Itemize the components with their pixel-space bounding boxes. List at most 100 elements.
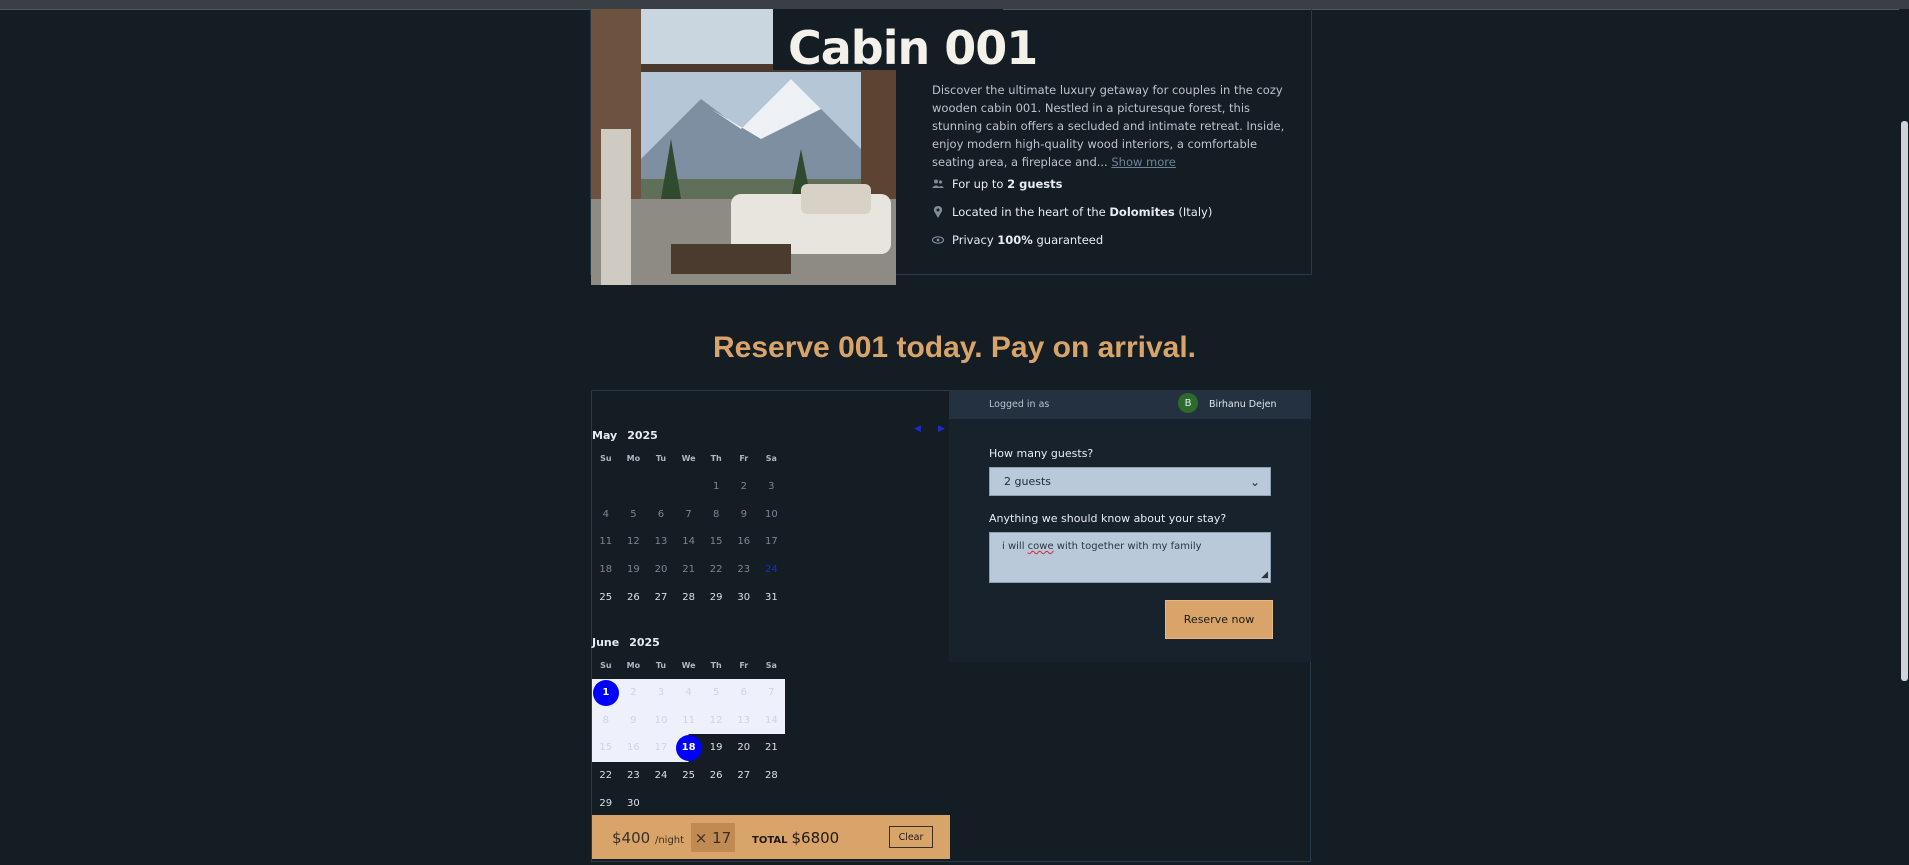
user-name: Birhanu Dejen (1209, 399, 1277, 410)
clear-button[interactable]: Clear (889, 826, 933, 848)
calendar-day[interactable]: 9 (619, 706, 648, 735)
calendar-day[interactable]: 6 (647, 501, 675, 529)
price-summary-bar: $400 /night × 17 TOTAL $6800 Clear (592, 815, 950, 859)
calendar-day[interactable]: 29 (592, 789, 620, 817)
selected-day-marker: 18 (675, 734, 702, 761)
calendar-day[interactable]: 31 (758, 583, 786, 611)
calendar-day[interactable]: 3 (758, 473, 786, 501)
price-per-night: $400 /night (612, 829, 684, 847)
calendar: May 2025 ◀ ▶ Su Mo Tu We Th Fr Sa 1 2 3 4 5 6 7 8 9 10 1… (592, 391, 952, 861)
calendar-day[interactable]: 12 (702, 706, 730, 735)
calendar-day[interactable]: 8 (592, 706, 620, 735)
calendar-empty-cell (647, 473, 675, 501)
weekday-label: Tu (655, 454, 667, 463)
calendar-day[interactable]: 30 (620, 789, 648, 817)
weekday-row-may: Su Mo Tu We Th Fr Sa (592, 454, 792, 463)
calendar-day[interactable]: 15 (592, 734, 620, 762)
eye-slash-icon (932, 236, 944, 244)
resize-handle-icon[interactable]: ◢ (1261, 570, 1268, 580)
calendar-day[interactable]: 13 (647, 528, 675, 556)
calendar-day[interactable]: 29 (702, 583, 730, 611)
calendar-day[interactable]: 18 (592, 556, 620, 584)
calendar-day[interactable]: 2 (730, 473, 758, 501)
calendar-day[interactable]: 16 (619, 734, 648, 762)
calendar-day[interactable]: 9 (730, 501, 758, 529)
calendar-day-selected[interactable]: 18 (674, 734, 703, 762)
calendar-day[interactable]: 21 (675, 556, 703, 584)
calendar-day[interactable]: 27 (730, 762, 758, 790)
calendar-day[interactable]: 23 (620, 762, 648, 790)
notes-textarea[interactable]: i will cowe with together with my family… (989, 532, 1271, 583)
calendar-day[interactable]: 22 (592, 762, 620, 790)
calendar-day[interactable]: 14 (757, 706, 786, 735)
calendar-day[interactable]: 25 (675, 762, 703, 790)
reserve-now-button[interactable]: Reserve now (1165, 600, 1273, 639)
calendar-empty-cell (592, 473, 620, 501)
calendar-day[interactable]: 24 (647, 762, 675, 790)
feature-privacy-post: guaranteed (1032, 233, 1104, 247)
calendar-day[interactable]: 16 (730, 528, 758, 556)
calendar-day[interactable]: 24 (758, 556, 786, 584)
weekday-label: Fr (739, 454, 749, 463)
calendar-day[interactable]: 19 (702, 734, 730, 762)
total-label: TOTAL (752, 835, 788, 846)
calendar-day-selected[interactable]: 1 (592, 679, 620, 707)
calendar-day[interactable]: 5 (702, 679, 730, 707)
show-more-link[interactable]: Show more (1111, 155, 1175, 169)
feature-location-text: Located in the heart of the (952, 205, 1110, 219)
notes-label: Anything we should know about your stay? (989, 512, 1227, 525)
calendar-day[interactable]: 13 (729, 706, 758, 735)
prev-month-arrow[interactable]: ◀ (914, 424, 921, 434)
month-name[interactable]: June (592, 636, 619, 649)
calendar-day[interactable]: 10 (647, 706, 675, 735)
calendar-day[interactable]: 23 (730, 556, 758, 584)
month-year[interactable]: 2025 (629, 636, 660, 649)
calendar-day[interactable]: 26 (620, 583, 648, 611)
calendar-day[interactable]: 11 (592, 528, 620, 556)
calendar-day[interactable]: 21 (758, 734, 786, 762)
calendar-day[interactable]: 2 (619, 679, 648, 707)
calendar-day[interactable]: 15 (702, 528, 730, 556)
calendar-day[interactable]: 1 (702, 473, 730, 501)
scrollbar-thumb[interactable] (1901, 121, 1908, 681)
calendar-day[interactable]: 20 (730, 734, 758, 762)
calendar-day[interactable]: 25 (592, 583, 620, 611)
logged-in-header: Logged in as B Birhanu Dejen (949, 390, 1311, 419)
calendar-day[interactable]: 3 (647, 679, 675, 707)
calendar-empty-cell (675, 473, 703, 501)
calendar-day[interactable]: 20 (647, 556, 675, 584)
notes-text-post: with together with my family (1053, 541, 1202, 552)
calendar-day[interactable]: 14 (675, 528, 703, 556)
calendar-day[interactable]: 30 (730, 583, 758, 611)
calendar-day[interactable]: 17 (647, 734, 675, 762)
guests-select[interactable]: 2 guests ⌄ (989, 467, 1271, 496)
weekday-label: Th (710, 661, 722, 670)
calendar-day[interactable]: 7 (675, 501, 703, 529)
calendar-day[interactable]: 7 (757, 679, 786, 707)
weekday-label: Sa (765, 454, 777, 463)
calendar-day[interactable]: 8 (702, 501, 730, 529)
month-year[interactable]: 2025 (627, 429, 658, 442)
calendar-day[interactable]: 22 (702, 556, 730, 584)
calendar-day[interactable]: 10 (758, 501, 786, 529)
month-name[interactable]: May (592, 429, 617, 442)
selected-day-marker: 1 (592, 679, 619, 706)
calendar-day[interactable]: 17 (758, 528, 786, 556)
feature-privacy-bold: 100% (997, 233, 1033, 247)
cabin-title: Cabin 001 (788, 21, 1038, 75)
calendar-day[interactable]: 6 (729, 679, 758, 707)
chevron-down-icon: ⌄ (1249, 475, 1260, 489)
calendar-day[interactable]: 4 (592, 501, 620, 529)
calendar-day[interactable]: 5 (620, 501, 648, 529)
price-value: $400 (612, 829, 651, 847)
calendar-day[interactable]: 12 (620, 528, 648, 556)
next-month-arrow[interactable]: ▶ (938, 424, 945, 434)
calendar-day[interactable]: 26 (702, 762, 730, 790)
scrollbar[interactable] (1899, 9, 1909, 865)
calendar-day[interactable]: 27 (647, 583, 675, 611)
calendar-day[interactable]: 19 (620, 556, 648, 584)
calendar-day[interactable]: 11 (674, 706, 703, 735)
calendar-day[interactable]: 28 (758, 762, 786, 790)
calendar-day[interactable]: 28 (675, 583, 703, 611)
calendar-day[interactable]: 4 (674, 679, 703, 707)
